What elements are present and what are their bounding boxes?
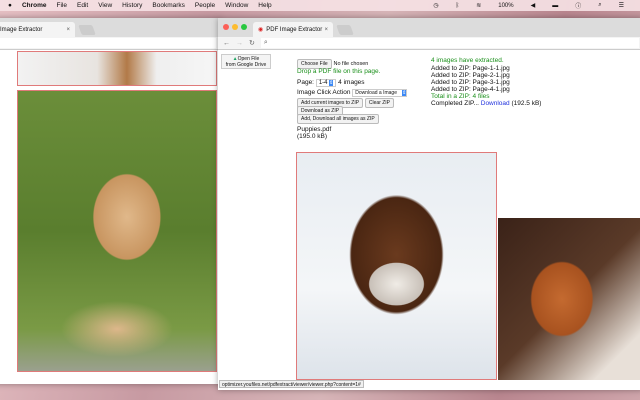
menu-bar: ● Chrome File Edit View History Bookmark… [0, 0, 640, 11]
tab-pdf-image-extractor[interactable]: ◉ PDF Image Extractor × [253, 22, 333, 37]
drop-hint: Drop a PDF file on this page. [297, 68, 381, 75]
close-tab-icon[interactable]: × [66, 27, 70, 33]
click-action-select[interactable]: Download a Image ⇕ [352, 89, 408, 97]
wifi-icon[interactable]: ≋ [476, 2, 481, 9]
drive-label-2: from Google Drive [225, 62, 267, 68]
puppy-photo-grass[interactable] [17, 90, 217, 372]
tab-title: Image Extractor [0, 26, 43, 33]
menu-file[interactable]: File [57, 2, 67, 9]
list-icon[interactable]: ☰ [619, 2, 624, 9]
new-tab-button[interactable] [336, 25, 354, 35]
close-window-button[interactable] [223, 24, 229, 30]
clear-zip-button[interactable]: Clear ZIP [364, 98, 395, 108]
bluetooth-icon[interactable]: ᛒ [456, 3, 460, 9]
search-icon[interactable]: ⌕ [598, 2, 601, 9]
zip-size: (192.5 kB) [509, 100, 542, 107]
apple-icon[interactable]: ● [8, 2, 12, 9]
menu-edit[interactable]: Edit [77, 2, 88, 9]
log-added: Added to ZIP: Page-2-1.jpg [431, 72, 510, 79]
favicon-icon: ◉ [258, 27, 264, 33]
menu-help[interactable]: Help [258, 2, 271, 9]
log-completed: Completed ZIP... Download (192.5 kB) [431, 100, 541, 107]
back-icon[interactable]: ← [223, 40, 230, 47]
minimize-window-button[interactable] [232, 24, 238, 30]
menu-view[interactable]: View [98, 2, 112, 9]
battery-status[interactable]: 100% [498, 3, 513, 9]
page-row: Page: 1-4 ⇕ 4 images [297, 79, 365, 87]
address-bar[interactable] [0, 38, 216, 48]
search-icon: ⌕ [263, 39, 268, 46]
log-total: Total in a ZIP: 4 files [431, 93, 490, 100]
image-count: 4 images [338, 79, 365, 86]
tab-title: PDF Image Extractor [266, 26, 323, 33]
menu-bookmarks[interactable]: Bookmarks [152, 2, 185, 9]
tab-strip: ◉ PDF Image Extractor × [218, 18, 640, 37]
new-tab-button[interactable] [78, 25, 96, 35]
reload-icon[interactable]: ↻ [249, 39, 255, 47]
flag-icon[interactable]: ▬ [552, 3, 558, 9]
menu-app[interactable]: Chrome [22, 2, 47, 9]
click-action-row: Image Click Action Download a Image ⇕ [297, 89, 408, 97]
click-action-value: Download a Image [355, 90, 397, 96]
click-action-label: Image Click Action [297, 89, 351, 96]
log-extracted: 4 images have extracted. [431, 57, 504, 64]
log-added: Added to ZIP: Page-3-1.jpg [431, 79, 510, 86]
zoom-window-button[interactable] [241, 24, 247, 30]
log-added: Added to ZIP: Page-4-1.jpg [431, 86, 510, 93]
download-link[interactable]: Download [481, 100, 510, 107]
google-drive-button[interactable]: ▲Open File from Google Drive [221, 54, 271, 69]
puppy-photo-snow[interactable] [296, 152, 497, 380]
puppy-photo-brown[interactable] [498, 218, 640, 380]
no-file-text: No file chosen [333, 61, 369, 67]
toolbar: ← → ↻ ⌕ [218, 37, 640, 50]
toolbar [0, 37, 220, 50]
volume-icon[interactable]: ◀ [531, 2, 536, 9]
file-size: (195.0 kB) [297, 133, 327, 140]
page-label: Page: [297, 79, 314, 86]
file-name: Puppies.pdf [297, 126, 332, 133]
add-download-all-button[interactable]: Add, Download all images as ZIP [297, 114, 379, 124]
menu-window[interactable]: Window [225, 2, 248, 9]
dropdown-icon: ⇕ [402, 90, 407, 96]
log-added: Added to ZIP: Page-1-1.jpg [431, 65, 510, 72]
user-icon[interactable]: ⓘ [575, 1, 581, 10]
time-machine-icon[interactable]: ◷ [433, 2, 438, 9]
menu-people[interactable]: People [195, 2, 215, 9]
tab-strip: Image Extractor × [0, 18, 220, 37]
page-value: 1-4 [318, 80, 328, 86]
status-bar: optimizer.youfiles.net/pdfextract/viewer… [219, 380, 364, 388]
puppy-photo-top[interactable] [17, 51, 217, 86]
back-browser-window: Image Extractor × [0, 18, 220, 384]
completed-text: Completed ZIP... [431, 100, 481, 107]
close-tab-icon[interactable]: × [324, 27, 328, 33]
tab-image-extractor[interactable]: Image Extractor × [0, 22, 75, 37]
menu-history[interactable]: History [122, 2, 142, 9]
forward-icon[interactable]: → [236, 40, 243, 47]
address-bar[interactable]: ⌕ [260, 38, 639, 48]
page-select[interactable]: 1-4 ⇕ [315, 79, 337, 87]
stepper-icon: ⇕ [329, 80, 334, 86]
